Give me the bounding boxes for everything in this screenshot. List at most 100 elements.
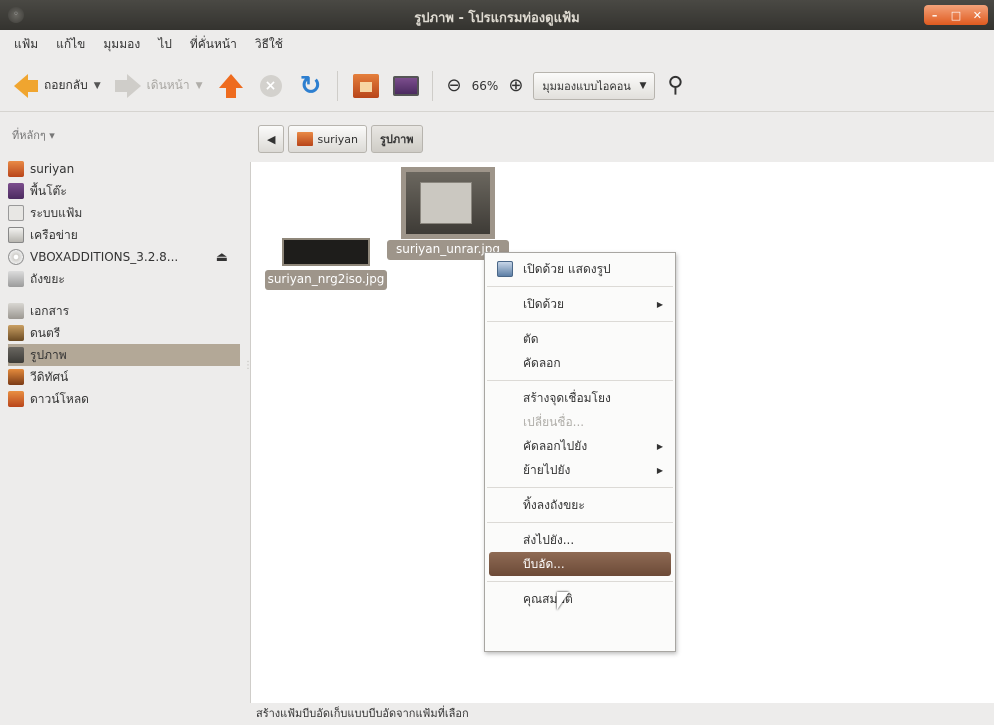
- view-mode-label: มุมมองแบบไอคอน: [542, 79, 631, 93]
- file-name: suriyan_nrg2iso.jpg: [265, 270, 387, 290]
- minimize-icon[interactable]: –: [926, 9, 944, 22]
- back-button[interactable]: ถอยกลับ ▼: [14, 73, 101, 98]
- sidebar-item-filesystem[interactable]: ระบบแฟ้ม: [8, 202, 240, 224]
- menu-item-copy-to[interactable]: คัดลอกไปยัง ▶: [485, 434, 675, 458]
- stop-button[interactable]: ×: [257, 72, 285, 100]
- menu-view[interactable]: มุมมอง: [103, 35, 140, 54]
- file-item-selected[interactable]: suriyan_unrar.jpg: [387, 170, 509, 260]
- network-icon: [8, 227, 24, 243]
- menu-item-move-to[interactable]: ย้ายไปยัง ▶: [485, 458, 675, 482]
- sidebar-item-network[interactable]: เครือข่าย: [8, 224, 240, 246]
- cd-icon: [8, 249, 24, 265]
- eject-icon[interactable]: ⏏: [216, 250, 228, 265]
- image-thumbnail: [282, 238, 370, 266]
- title-bar: ◦ รูปภาพ - โปรแกรมท่องดูแฟ้ม – □ ✕: [0, 0, 994, 30]
- mouse-pointer-icon: [557, 592, 569, 610]
- up-button[interactable]: [217, 72, 245, 100]
- forward-history-dropdown-icon[interactable]: ▼: [196, 81, 203, 91]
- forward-label: เดินหน้า: [146, 78, 190, 92]
- sidebar-item-music[interactable]: ดนตรี: [8, 322, 240, 344]
- image-viewer-icon: [497, 261, 513, 277]
- context-menu: เปิดด้วย แสดงรูป เปิดด้วย ▶ ตัด คัดลอก ส…: [484, 252, 676, 652]
- menu-item-rename[interactable]: เปลี่ยนชื่อ...: [485, 410, 675, 434]
- menu-item-send-to[interactable]: ส่งไปยัง...: [485, 528, 675, 552]
- reload-icon: ↻: [299, 70, 322, 101]
- menu-separator: [487, 321, 673, 322]
- home-folder-icon: [297, 132, 314, 146]
- sidebar-item-pictures[interactable]: รูปภาพ: [8, 344, 240, 366]
- image-thumbnail: [404, 170, 492, 236]
- submenu-arrow-icon: ▶: [656, 465, 663, 475]
- toolbar-separator: [431, 70, 433, 101]
- sidebar-item-desktop[interactable]: พื้นโต๊ะ: [8, 180, 240, 202]
- menu-go[interactable]: ไป: [158, 35, 172, 54]
- breadcrumb-back-button[interactable]: ◀: [258, 125, 285, 153]
- menu-item-cut[interactable]: ตัด: [485, 327, 675, 351]
- menu-item-move-to-trash[interactable]: ทิ้งลงถังขยะ: [485, 493, 675, 517]
- menu-bookmarks[interactable]: ที่คั่นหน้า: [190, 35, 237, 54]
- breadcrumb: ◀ suriyan รูปภาพ: [258, 124, 427, 154]
- arrow-left-icon: ◀: [267, 132, 276, 146]
- submenu-arrow-icon: ▶: [656, 299, 663, 309]
- sidebar-item-home[interactable]: suriyan: [8, 158, 240, 180]
- sidebar-item-trash[interactable]: ถังขยะ: [8, 268, 240, 290]
- up-arrow-icon: [218, 73, 243, 98]
- menu-item-open-with-image-viewer[interactable]: เปิดด้วย แสดงรูป: [485, 257, 675, 281]
- maximize-icon[interactable]: □: [947, 9, 965, 22]
- stop-icon: ×: [259, 74, 282, 97]
- trash-icon: [8, 271, 24, 287]
- downloads-folder-icon: [8, 391, 24, 407]
- menu-edit[interactable]: แก้ไข: [56, 35, 85, 54]
- view-mode-select[interactable]: มุมมองแบบไอคอน ▼: [533, 71, 656, 100]
- file-item[interactable]: suriyan_nrg2iso.jpg: [265, 204, 387, 290]
- zoom-level[interactable]: 66%: [472, 79, 499, 93]
- menu-item-open-with[interactable]: เปิดด้วย ▶: [485, 292, 675, 316]
- places-sidebar: ที่หลักๆ ▾ suriyan พื้นโต๊ะ ระบบแฟ้ม เคร…: [0, 114, 242, 719]
- window-title: รูปภาพ - โปรแกรมท่องดูแฟ้ม: [414, 11, 580, 26]
- zoom-out-icon[interactable]: ⊖: [447, 75, 462, 96]
- close-icon[interactable]: ✕: [968, 9, 986, 22]
- desktop-icon: [8, 183, 24, 199]
- menu-item-compress[interactable]: บีบอัด...: [489, 552, 671, 576]
- menu-bar: แฟ้ม แก้ไข มุมมอง ไป ที่คั่นหน้า วิธีใช้: [0, 30, 994, 58]
- menu-item-properties[interactable]: คุณสมบัติ: [485, 587, 675, 611]
- breadcrumb-home[interactable]: suriyan: [288, 125, 367, 153]
- submenu-arrow-icon: ▶: [656, 441, 663, 451]
- menu-separator: [487, 380, 673, 381]
- filesystem-icon: [8, 205, 24, 221]
- menu-help[interactable]: วิธีใช้: [255, 35, 283, 54]
- menu-separator: [487, 522, 673, 523]
- computer-icon: [392, 75, 419, 96]
- menu-item-make-link[interactable]: สร้างจุดเชื่อมโยง: [485, 386, 675, 410]
- documents-folder-icon: [8, 303, 24, 319]
- menu-separator: [487, 286, 673, 287]
- search-icon[interactable]: ⚲: [667, 73, 683, 98]
- menu-item-copy[interactable]: คัดลอก: [485, 351, 675, 375]
- back-label: ถอยกลับ: [44, 78, 88, 92]
- sidebar-item-videos[interactable]: วีดิทัศน์: [8, 366, 240, 388]
- home-folder-icon: [8, 161, 24, 177]
- toolbar-separator: [336, 70, 338, 101]
- computer-button[interactable]: [392, 72, 420, 100]
- menu-file[interactable]: แฟ้ม: [14, 35, 38, 54]
- forward-button[interactable]: เดินหน้า ▼: [114, 73, 203, 98]
- sidebar-item-documents[interactable]: เอกสาร: [8, 300, 240, 322]
- sidebar-item-downloads[interactable]: ดาวน์โหลด: [8, 388, 240, 410]
- back-history-dropdown-icon[interactable]: ▼: [94, 81, 101, 91]
- zoom-in-icon[interactable]: ⊕: [508, 75, 523, 96]
- chevron-down-icon: ▼: [639, 80, 647, 91]
- forward-arrow-icon: [126, 73, 141, 98]
- status-bar: สร้างแฟ้มบีบอัดเก็บแบบบีบอัดจากแฟ้มที่เล…: [250, 703, 994, 725]
- home-folder-icon: [352, 73, 379, 98]
- music-folder-icon: [8, 325, 24, 341]
- window-controls: – □ ✕: [924, 5, 988, 25]
- videos-folder-icon: [8, 369, 24, 385]
- sidebar-item-cd[interactable]: VBOXADDITIONS_3.2.8... ⏏: [8, 246, 240, 268]
- toolbar: ถอยกลับ ▼ เดินหน้า ▼ × ↻ ⊖ 66% ⊕ มุมมองแ…: [0, 60, 994, 112]
- breadcrumb-current[interactable]: รูปภาพ: [370, 125, 423, 153]
- menu-separator: [487, 581, 673, 582]
- reload-button[interactable]: ↻: [297, 72, 325, 100]
- home-button[interactable]: [352, 72, 380, 100]
- sidebar-heading[interactable]: ที่หลักๆ ▾: [12, 126, 55, 144]
- pictures-folder-icon: [8, 347, 24, 363]
